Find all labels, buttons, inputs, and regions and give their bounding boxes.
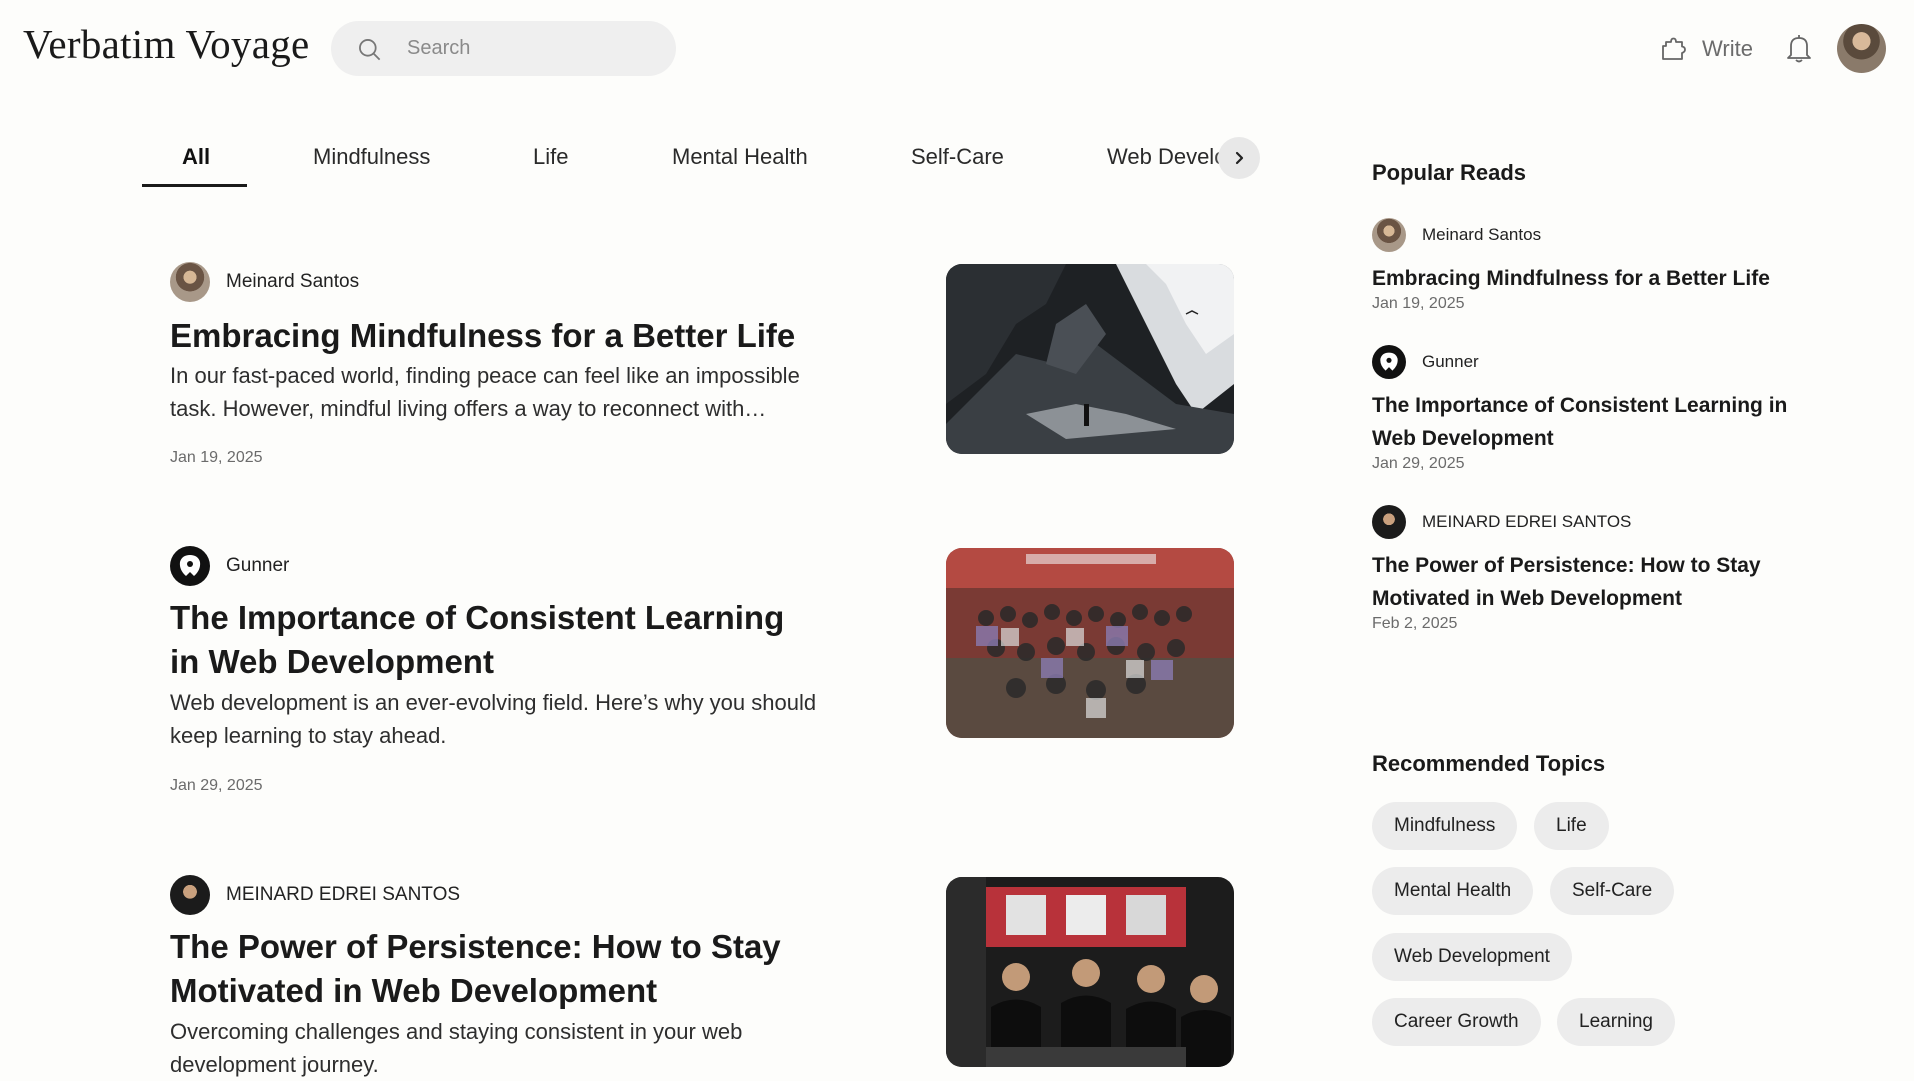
topic-chip-mental-health[interactable]: Mental Health <box>1372 867 1534 915</box>
article-title[interactable]: The Importance of Consistent Learning in… <box>170 596 820 684</box>
tab-life[interactable]: Life <box>533 144 568 170</box>
popular-reads-heading: Popular Reads <box>1372 160 1527 185</box>
author-name: Meinard Santos <box>226 271 360 292</box>
popular-item: MEINARD EDREI SANTOS The Power of Persis… <box>1372 505 1832 633</box>
popular-date: Jan 29, 2025 <box>1372 455 1465 472</box>
author-name: Gunner <box>1422 352 1479 371</box>
author-avatar <box>170 262 210 302</box>
article-title[interactable]: Embracing Mindfulness for a Better Life <box>170 314 820 358</box>
popular-item: Gunner The Importance of Consistent Lear… <box>1372 345 1832 473</box>
popular-title[interactable]: The Power of Persistence: How to Stay Mo… <box>1372 549 1832 615</box>
article-author[interactable]: Gunner <box>170 546 289 586</box>
article-thumbnail[interactable] <box>946 264 1234 454</box>
search-icon <box>359 39 381 61</box>
user-avatar[interactable] <box>1837 24 1886 73</box>
article-date: Jan 19, 2025 <box>170 449 263 466</box>
site-logo[interactable]: Verbatim Voyage <box>23 20 310 68</box>
article-card: Gunner The Importance of Consistent Lear… <box>170 546 1240 806</box>
article-thumbnail[interactable] <box>946 877 1234 1067</box>
write-label: Write <box>1702 36 1753 61</box>
author-avatar <box>1372 218 1406 252</box>
popular-title[interactable]: The Importance of Consistent Learning in… <box>1372 389 1832 455</box>
author-avatar <box>1372 505 1406 539</box>
topic-chip-life[interactable]: Life <box>1534 802 1609 850</box>
article-title[interactable]: The Power of Persistence: How to Stay Mo… <box>170 925 820 1013</box>
tab-mental-health[interactable]: Mental Health <box>672 144 808 170</box>
author-avatar <box>170 875 210 915</box>
author-name: MEINARD EDREI SANTOS <box>1422 512 1632 531</box>
author-avatar <box>170 546 210 586</box>
search-input[interactable] <box>407 21 657 76</box>
popular-item: Meinard Santos Embracing Mindfulness for… <box>1372 218 1832 313</box>
article-excerpt: Overcoming challenges and staying consis… <box>170 1019 743 1077</box>
author-avatar <box>1372 345 1406 379</box>
search-bar[interactable] <box>331 21 676 76</box>
tab-all[interactable]: All <box>182 144 210 170</box>
topic-chip-web-development[interactable]: Web Development <box>1372 933 1572 981</box>
topic-chip-self-care[interactable]: Self-Care <box>1550 867 1675 915</box>
article-thumbnail[interactable] <box>946 548 1234 738</box>
tabs-scroll-right-button[interactable] <box>1218 137 1260 179</box>
article-date: Jan 29, 2025 <box>170 777 263 794</box>
chevron-right-icon <box>1235 151 1244 165</box>
tab-self-care[interactable]: Self-Care <box>911 144 1004 170</box>
notification-bell-icon[interactable] <box>1784 32 1814 64</box>
article-excerpt: In our fast-paced world, finding peace c… <box>170 363 800 421</box>
topic-chip-career-growth[interactable]: Career Growth <box>1372 998 1541 1046</box>
article-author[interactable]: MEINARD EDREI SANTOS <box>170 875 460 915</box>
category-tabs: All Mindfulness Life Mental Health Self-… <box>142 130 1262 188</box>
popular-author[interactable]: MEINARD EDREI SANTOS <box>1372 505 1832 539</box>
article-author[interactable]: Meinard Santos <box>170 262 359 302</box>
popular-author[interactable]: Meinard Santos <box>1372 218 1832 252</box>
tab-mindfulness[interactable]: Mindfulness <box>313 144 430 170</box>
popular-author[interactable]: Gunner <box>1372 345 1832 379</box>
popular-date: Feb 2, 2025 <box>1372 615 1458 632</box>
active-tab-indicator <box>142 184 247 187</box>
popular-date: Jan 19, 2025 <box>1372 295 1465 312</box>
write-icon <box>1662 37 1686 60</box>
popular-title[interactable]: Embracing Mindfulness for a Better Life <box>1372 262 1832 295</box>
author-name: Gunner <box>226 555 290 576</box>
write-button[interactable]: Write <box>1658 29 1753 69</box>
topic-chip-learning[interactable]: Learning <box>1557 998 1675 1046</box>
article-card: MEINARD EDREI SANTOS The Power of Persis… <box>170 875 1240 1077</box>
topic-chip-mindfulness[interactable]: Mindfulness <box>1372 802 1518 850</box>
author-name: MEINARD EDREI SANTOS <box>226 884 461 905</box>
author-name: Meinard Santos <box>1422 225 1542 244</box>
top-header: Verbatim Voyage Write <box>0 0 1914 98</box>
recommended-topics-heading: Recommended Topics <box>1372 751 1606 776</box>
article-card: Meinard Santos Embracing Mindfulness for… <box>170 262 1240 482</box>
article-excerpt: Web development is an ever-evolving fiel… <box>170 690 817 748</box>
